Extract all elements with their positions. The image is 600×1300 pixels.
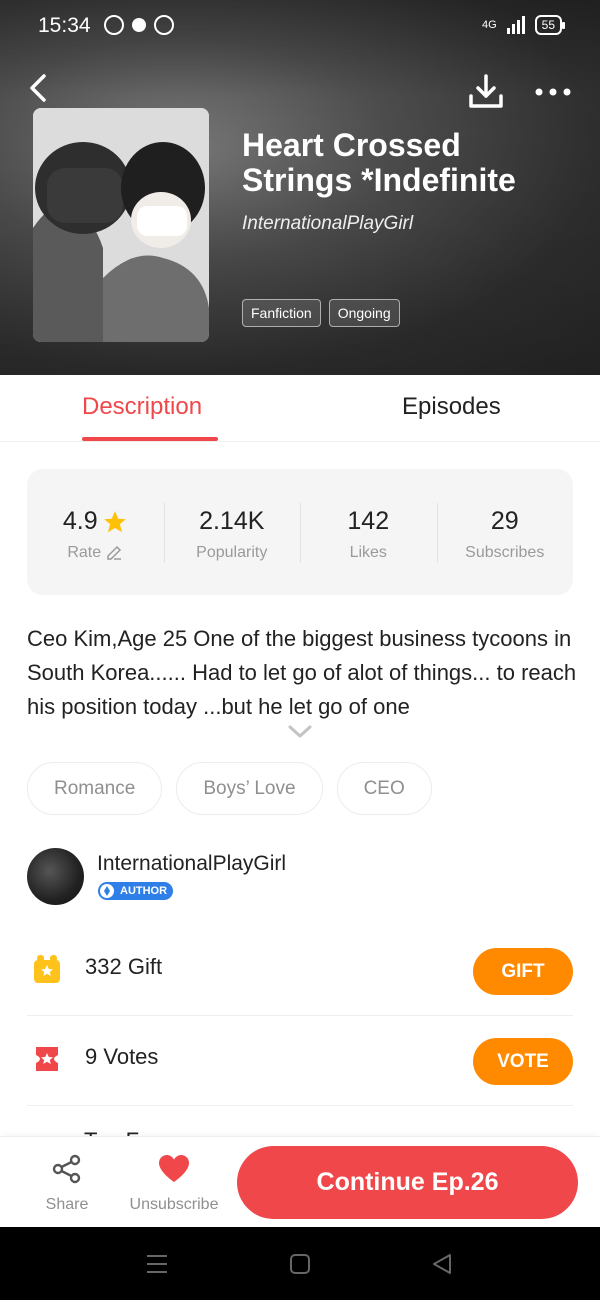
system-icons: 4G 55: [481, 15, 566, 35]
chevron-down-icon[interactable]: [287, 724, 313, 740]
book-title: Heart Crossed Strings *Indefinite: [242, 127, 516, 198]
book-header: 15:34 4G 55 Heart Crossed Strings *Indef…: [0, 0, 600, 375]
status-time: 15:34: [38, 14, 91, 37]
edit-icon[interactable]: [105, 544, 123, 562]
stat-subscribes: 29 Subscribes: [436, 469, 574, 595]
star-icon: [103, 510, 126, 532]
keyword-tag[interactable]: Romance: [27, 762, 163, 815]
rate-value: 4.9: [62, 507, 98, 535]
continue-reading-button[interactable]: Continue Ep.26: [237, 1146, 578, 1219]
stat-likes: 142 Likes: [300, 469, 437, 595]
vote-button[interactable]: VOTE: [473, 1038, 573, 1085]
popularity-value: 2.14K: [199, 507, 265, 535]
share-button[interactable]: Share: [40, 1153, 94, 1214]
home-icon[interactable]: [287, 1251, 313, 1277]
votes-label: Votes: [103, 1044, 159, 1069]
back-nav-icon[interactable]: [430, 1251, 456, 1277]
system-nav-bar: [0, 1227, 600, 1300]
synopsis-text: Ceo Kim,Age 25 One of the biggest busine…: [27, 626, 577, 719]
tab-description[interactable]: Description: [82, 393, 202, 421]
status-tag: Ongoing: [328, 299, 400, 327]
gift-icon: [34, 955, 60, 983]
menu-icon[interactable]: [144, 1251, 170, 1277]
more-options-icon[interactable]: [533, 80, 573, 104]
heart-icon: [159, 1155, 189, 1182]
active-tab-indicator: [82, 437, 218, 441]
genre-tag: Fanfiction: [242, 299, 321, 327]
stats-card: 4.9 Rate 2.14K Popularity 142 Likes 29 S…: [27, 469, 573, 595]
book-cover: [33, 108, 209, 342]
notification-icons: [104, 15, 174, 35]
unsubscribe-button[interactable]: Unsubscribe: [124, 1153, 224, 1214]
cover-illustration: [33, 108, 209, 342]
subscribes-label: Subscribes: [465, 544, 545, 561]
whatsapp-icon: [104, 15, 124, 35]
status-bar: 15:34 4G 55: [0, 0, 600, 52]
gift-count: 332: [85, 954, 122, 979]
bottom-action-bar: Share Unsubscribe Continue Ep.26: [0, 1136, 600, 1227]
stat-popularity: 2.14K Popularity: [163, 469, 301, 595]
stat-rate[interactable]: 4.9 Rate: [27, 469, 164, 595]
keyword-tag[interactable]: Boys’ Love: [176, 762, 323, 815]
network-type: 4G: [481, 19, 497, 31]
share-icon: [52, 1154, 81, 1184]
likes-value: 142: [347, 507, 390, 535]
likes-label: Likes: [349, 544, 387, 561]
author-badge: AUTHOR: [98, 882, 174, 900]
author-badge-label: AUTHOR: [120, 885, 168, 897]
keyword-tag[interactable]: CEO: [336, 762, 432, 815]
author-badge-icon: [100, 884, 114, 898]
unsubscribe-label: Unsubscribe: [129, 1196, 219, 1213]
signal-icon: [506, 16, 525, 34]
book-author[interactable]: InternationalPlayGirl: [242, 213, 413, 235]
rate-label: Rate: [67, 544, 102, 561]
gift-summary: 332 Gift: [85, 954, 162, 980]
author-name[interactable]: InternationalPlayGirl: [97, 852, 286, 876]
share-label: Share: [45, 1196, 89, 1213]
download-icon[interactable]: [466, 72, 506, 112]
keyword-tags: Romance Boys’ Love CEO: [27, 762, 432, 815]
votes-summary: 9 Votes: [85, 1044, 158, 1070]
back-icon[interactable]: [22, 70, 58, 106]
gift-button[interactable]: GIFT: [473, 948, 573, 995]
gift-row: 332 Gift GIFT: [27, 926, 573, 1016]
tab-episodes[interactable]: Episodes: [402, 393, 501, 421]
votes-count: 9: [85, 1044, 98, 1069]
author-avatar[interactable]: [27, 848, 84, 905]
notification-dot-icon: [132, 18, 146, 32]
gift-label: Gift: [127, 954, 163, 979]
app-icon: [154, 15, 174, 35]
battery-icon: 55: [534, 15, 566, 35]
popularity-label: Popularity: [196, 544, 268, 561]
vote-ticket-icon: [36, 1047, 58, 1071]
genre-tags: Fanfiction Ongoing: [242, 299, 400, 327]
tab-bar: Description Episodes: [0, 375, 600, 442]
votes-row: 9 Votes VOTE: [27, 1016, 573, 1106]
subscribes-value: 29: [490, 507, 519, 535]
